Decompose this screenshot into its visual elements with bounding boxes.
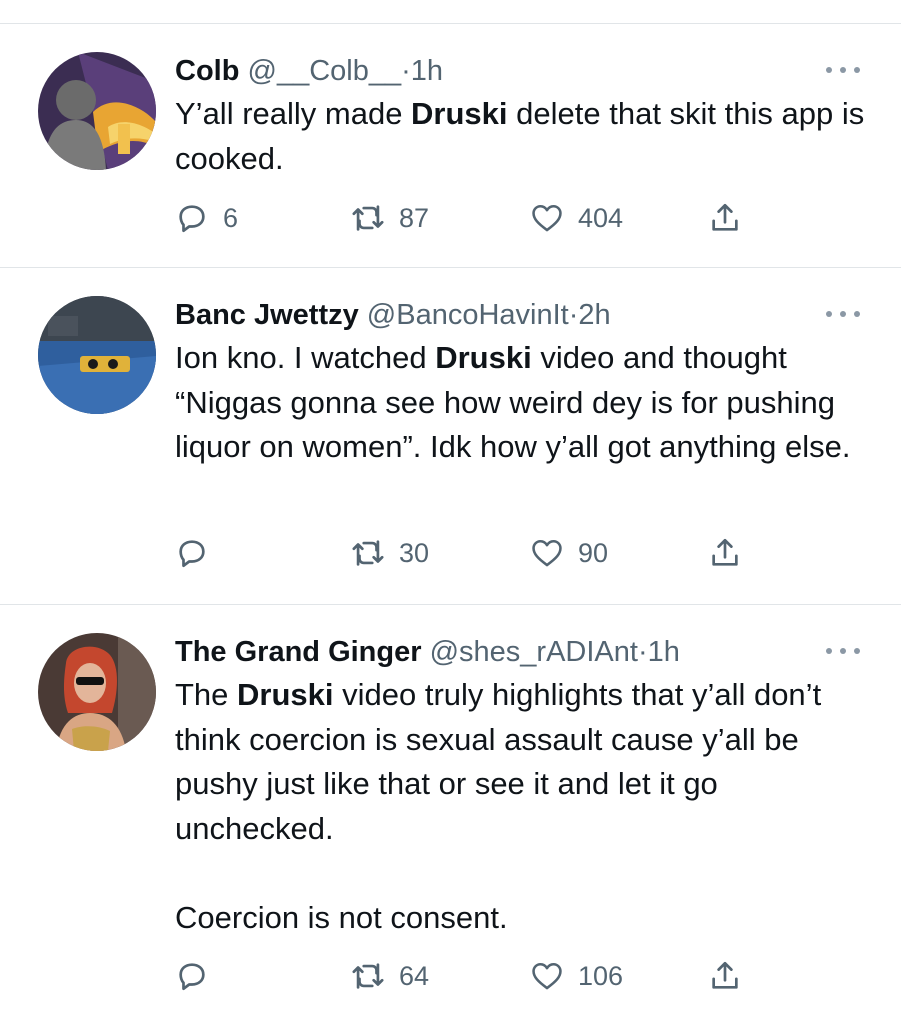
separator-dot: · [401,55,411,87]
share-button[interactable] [708,196,742,240]
tweet-actions: 30 90 [175,531,775,575]
reply-icon [179,540,205,568]
like-button[interactable]: 106 [530,954,623,998]
retweet-icon [352,205,384,231]
share-button[interactable] [708,954,742,998]
like-count: 404 [578,202,624,233]
retweet-count: 64 [399,960,430,991]
tweet-text: Ion kno. I watched Druski video and thou… [175,336,875,470]
retweet-button[interactable]: 30 [351,531,429,575]
retweet-icon [352,963,384,989]
display-name[interactable]: Colb [175,55,239,87]
share-button[interactable] [708,531,742,575]
user-avatar-icon[interactable] [38,52,156,170]
retweet-icon [352,540,384,566]
like-button[interactable]: 404 [530,196,623,240]
share-icon [712,203,738,231]
separator-dot: · [637,636,648,668]
share-icon [712,961,738,989]
tweet-header: Colb @__Colb__·1h [175,54,443,88]
reply-button[interactable]: 6 [175,196,238,240]
display-name[interactable]: The Grand Ginger [175,636,422,668]
tweet-text: The Druski video truly highlights that y… [175,673,875,940]
tweet-actions: 6 87 404 [175,196,775,240]
text-segment: The [175,677,238,712]
reply-icon [179,963,205,991]
like-button[interactable]: 90 [530,531,608,575]
display-name[interactable]: Banc Jwettzy [175,299,359,331]
tweet[interactable]: Banc Jwettzy @BancoHavinIt·2h Ion kno. I… [0,268,901,604]
timestamp[interactable]: 2h [578,299,610,331]
user-handle[interactable]: @shes_rADIAnt [430,636,638,668]
retweet-count: 87 [399,202,430,233]
tweet-header: Banc Jwettzy @BancoHavinIt·2h [175,298,611,332]
text-segment: Y’all really made [175,96,412,131]
more-options-icon[interactable] [822,306,864,322]
heart-icon [532,204,562,232]
retweet-button[interactable]: 64 [351,954,429,998]
heart-icon [532,539,562,567]
timestamp[interactable]: 1h [648,636,680,668]
reply-icon [179,205,205,233]
text-segment: Ion kno. I watched [175,340,436,375]
reply-count: 6 [223,202,239,233]
more-options-icon[interactable] [822,643,864,659]
reply-button[interactable] [175,954,223,998]
highlighted-keyword: Druski [435,340,532,375]
separator-dot: · [568,299,579,331]
reply-button[interactable] [175,531,223,575]
user-handle[interactable]: @BancoHavinIt [367,299,569,331]
user-handle[interactable]: @__Colb__ [248,55,402,87]
tweet-header: The Grand Ginger @shes_rADIAnt·1h [175,635,680,669]
retweet-count: 30 [399,537,430,568]
share-icon [712,538,738,566]
highlighted-keyword: Druski [411,96,508,131]
timestamp[interactable]: 1h [411,55,443,87]
tweet-text: Y’all really made Druski delete that ski… [175,92,875,181]
tweet-actions: 64 106 [175,954,775,998]
user-avatar-icon[interactable] [38,633,156,751]
like-count: 90 [578,537,609,568]
retweet-button[interactable]: 87 [351,196,429,240]
like-count: 106 [578,960,624,991]
heart-icon [532,962,562,990]
user-avatar-icon[interactable] [38,296,156,414]
tweet[interactable]: The Grand Ginger @shes_rADIAnt·1h The Dr… [0,605,901,1024]
highlighted-keyword: Druski [237,677,334,712]
tweet[interactable]: Colb @__Colb__·1h Y’all really made Drus… [0,24,901,267]
more-options-icon[interactable] [822,62,864,78]
text-paragraph: Coercion is not consent. [175,899,508,935]
